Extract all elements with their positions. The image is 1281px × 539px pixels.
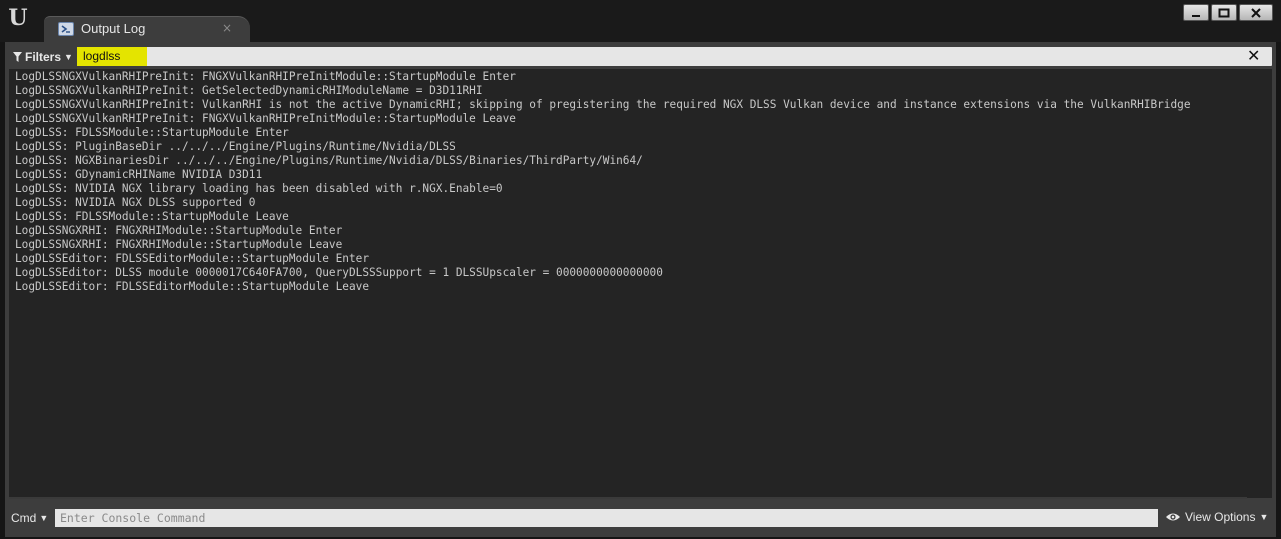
log-category-match: LogDLSS: [15, 70, 62, 83]
clear-search-icon[interactable]: ✕: [1247, 46, 1260, 66]
log-message: Editor: FDLSSEditorModule::StartupModule…: [61, 252, 369, 265]
log-message: NGXRHI: FNGXRHIModule::StartupModule Ent…: [61, 224, 343, 237]
log-message: : NVIDIA NGX DLSS supported 0: [61, 196, 256, 209]
view-options-label: View Options: [1185, 510, 1256, 524]
log-line: LogDLSS: PluginBaseDir ../../../Engine/P…: [15, 140, 456, 154]
search-value: logdlss: [83, 49, 121, 63]
tab-label: Output Log: [81, 21, 146, 36]
log-category-match: LogDLSS: [15, 252, 62, 265]
log-message: NGXVulkanRHIPreInit: GetSelectedDynamicR…: [61, 84, 483, 97]
log-line: LogDLSSNGXVulkanRHIPreInit: GetSelectedD…: [15, 84, 483, 98]
log-category-match: LogDLSS: [15, 168, 62, 181]
funnel-icon: [13, 52, 22, 62]
tab-close-icon[interactable]: ×: [222, 21, 232, 35]
log-category-match: LogDLSS: [15, 140, 62, 153]
log-line: LogDLSS: NVIDIA NGX DLSS supported 0: [15, 196, 255, 210]
title-bar: U Output Log ×: [0, 0, 1281, 42]
filter-bar: Filters ▼ logdlss ✕: [9, 45, 1272, 67]
command-bar: Cmd ▼ View Options ▼: [5, 506, 1276, 532]
log-message: Editor: DLSS module 0000017C640FA700, Qu…: [61, 266, 663, 279]
chevron-down-icon: ▼: [39, 513, 49, 523]
log-message: NGXRHI: FNGXRHIModule::StartupModule Lea…: [61, 238, 343, 251]
unreal-logo-icon: U: [8, 5, 28, 31]
log-line: LogDLSSNGXRHI: FNGXRHIModule::StartupMod…: [15, 224, 342, 238]
log-message: : NGXBinariesDir ../../../Engine/Plugins…: [61, 154, 643, 167]
filters-label: Filters: [25, 50, 62, 64]
log-line: LogDLSSEditor: FDLSSEditorModule::Startu…: [15, 280, 369, 294]
log-category-match: LogDLSS: [15, 182, 62, 195]
log-line: LogDLSSNGXVulkanRHIPreInit: VulkanRHI is…: [15, 98, 1191, 112]
log-message: Editor: FDLSSEditorModule::StartupModule…: [61, 280, 369, 293]
view-options-button[interactable]: View Options ▼: [1165, 510, 1268, 524]
output-log-panel: Filters ▼ logdlss ✕ LogDLSSNGXVulkanRHIP…: [5, 42, 1276, 537]
log-line: LogDLSS: GDynamicRHIName NVIDIA D3D11: [15, 168, 262, 182]
search-input[interactable]: logdlss ✕: [77, 46, 1272, 66]
log-message: : PluginBaseDir ../../../Engine/Plugins/…: [61, 140, 456, 153]
log-line: LogDLSSEditor: FDLSSEditorModule::Startu…: [15, 252, 369, 266]
log-message: : GDynamicRHIName NVIDIA D3D11: [61, 168, 263, 181]
filters-button[interactable]: Filters ▼: [13, 48, 73, 66]
log-line: LogDLSS: NGXBinariesDir ../../../Engine/…: [15, 154, 643, 168]
log-message: : FDLSSModule::StartupModule Leave: [61, 210, 289, 223]
log-message: NGXVulkanRHIPreInit: FNGXVulkanRHIPreIni…: [61, 70, 516, 83]
log-message: NGXVulkanRHIPreInit: FNGXVulkanRHIPreIni…: [61, 112, 516, 125]
tab-output-log[interactable]: Output Log ×: [44, 16, 250, 42]
eye-icon: [1166, 513, 1180, 521]
horizontal-scrollbar[interactable]: [9, 497, 1247, 499]
log-line: LogDLSS: NVIDIA NGX library loading has …: [15, 182, 503, 196]
log-category-match: LogDLSS: [15, 238, 62, 251]
log-category-match: LogDLSS: [15, 112, 62, 125]
chevron-down-icon: ▼: [1259, 512, 1269, 522]
log-line: LogDLSSNGXVulkanRHIPreInit: FNGXVulkanRH…: [15, 112, 516, 126]
cmd-label: Cmd: [11, 511, 37, 525]
log-line: LogDLSSNGXVulkanRHIPreInit: FNGXVulkanRH…: [15, 70, 516, 84]
output-log-icon: [58, 22, 74, 36]
log-category-match: LogDLSS: [15, 210, 62, 223]
log-category-match: LogDLSS: [15, 126, 62, 139]
log-category-match: LogDLSS: [15, 280, 62, 293]
cmd-dropdown[interactable]: Cmd ▼: [11, 511, 48, 525]
log-line: LogDLSSEditor: DLSS module 0000017C640FA…: [15, 266, 663, 280]
log-message: : FDLSSModule::StartupModule Enter: [61, 126, 289, 139]
log-message: NGXVulkanRHIPreInit: VulkanRHI is not th…: [61, 98, 1191, 111]
log-category-match: LogDLSS: [15, 154, 62, 167]
log-category-match: LogDLSS: [15, 224, 62, 237]
log-category-match: LogDLSS: [15, 266, 62, 279]
minimize-button[interactable]: [1183, 4, 1209, 21]
log-line: LogDLSS: FDLSSModule::StartupModule Ente…: [15, 126, 289, 140]
log-category-match: LogDLSS: [15, 196, 62, 209]
log-category-match: LogDLSS: [15, 98, 62, 111]
close-window-button[interactable]: [1239, 4, 1273, 21]
window-controls: [1183, 4, 1273, 22]
console-command-input[interactable]: [55, 509, 1158, 527]
log-message: : NVIDIA NGX library loading has been di…: [61, 182, 503, 195]
log-area[interactable]: LogDLSSNGXVulkanRHIPreInit: FNGXVulkanRH…: [9, 69, 1272, 498]
log-category-match: LogDLSS: [15, 84, 62, 97]
maximize-button[interactable]: [1211, 4, 1237, 21]
chevron-down-icon: ▼: [64, 52, 73, 62]
log-line: LogDLSS: FDLSSModule::StartupModule Leav…: [15, 210, 289, 224]
log-line: LogDLSSNGXRHI: FNGXRHIModule::StartupMod…: [15, 238, 342, 252]
